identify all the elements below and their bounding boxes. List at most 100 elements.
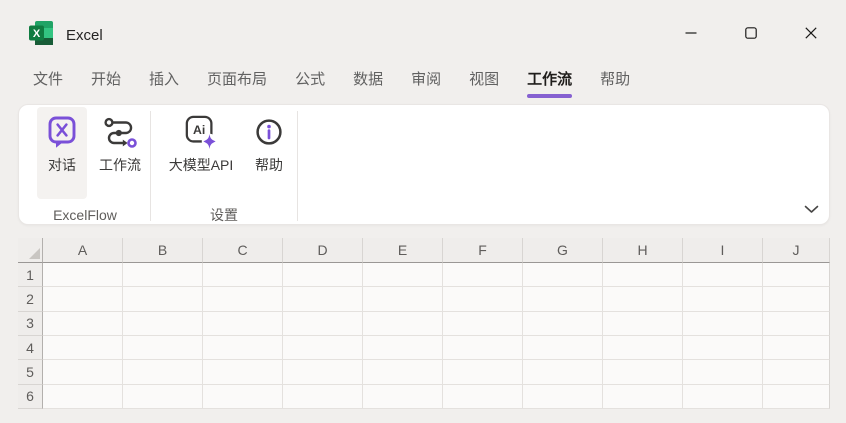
cell-E3[interactable]: [363, 312, 443, 336]
cell-F1[interactable]: [443, 263, 523, 287]
cell-H3[interactable]: [603, 312, 683, 336]
cell-I5[interactable]: [683, 360, 763, 384]
cell-F5[interactable]: [443, 360, 523, 384]
cell-D5[interactable]: [283, 360, 363, 384]
cell-I6[interactable]: [683, 385, 763, 409]
cell-J5[interactable]: [763, 360, 830, 384]
tab-数据[interactable]: 数据: [353, 70, 383, 98]
cell-I1[interactable]: [683, 263, 763, 287]
ribbon-button-duihua[interactable]: 对话: [37, 107, 87, 199]
cell-F4[interactable]: [443, 336, 523, 360]
cell-C3[interactable]: [203, 312, 283, 336]
cell-I3[interactable]: [683, 312, 763, 336]
cell-A6[interactable]: [43, 385, 123, 409]
row-header-3[interactable]: 3: [18, 312, 43, 336]
window-controls: [667, 15, 835, 51]
cell-I2[interactable]: [683, 287, 763, 311]
tab-公式[interactable]: 公式: [295, 70, 325, 98]
cell-A2[interactable]: [43, 287, 123, 311]
cell-H6[interactable]: [603, 385, 683, 409]
ribbon-button-gongzuoliu[interactable]: 工作流: [91, 107, 149, 199]
column-header-H[interactable]: H: [603, 238, 683, 263]
cell-D2[interactable]: [283, 287, 363, 311]
cell-B6[interactable]: [123, 385, 203, 409]
cell-G6[interactable]: [523, 385, 603, 409]
row-header-2[interactable]: 2: [18, 287, 43, 311]
cell-C4[interactable]: [203, 336, 283, 360]
ribbon-button-bangzhu[interactable]: 帮助: [246, 107, 292, 199]
cell-J1[interactable]: [763, 263, 830, 287]
tab-插入[interactable]: 插入: [149, 70, 179, 98]
cell-G5[interactable]: [523, 360, 603, 384]
cell-A4[interactable]: [43, 336, 123, 360]
cell-H5[interactable]: [603, 360, 683, 384]
cell-D1[interactable]: [283, 263, 363, 287]
select-all-corner[interactable]: [18, 238, 43, 263]
column-header-F[interactable]: F: [443, 238, 523, 263]
cell-J4[interactable]: [763, 336, 830, 360]
cell-B4[interactable]: [123, 336, 203, 360]
cell-C2[interactable]: [203, 287, 283, 311]
close-button[interactable]: [787, 15, 835, 51]
spreadsheet-grid: ABCDEFGHIJ 123456: [18, 238, 830, 409]
cell-D6[interactable]: [283, 385, 363, 409]
tab-文件[interactable]: 文件: [33, 70, 63, 98]
column-header-B[interactable]: B: [123, 238, 203, 263]
column-header-J[interactable]: J: [763, 238, 830, 263]
cell-G1[interactable]: [523, 263, 603, 287]
maximize-button[interactable]: [727, 15, 775, 51]
cell-E6[interactable]: [363, 385, 443, 409]
cell-I4[interactable]: [683, 336, 763, 360]
cell-B5[interactable]: [123, 360, 203, 384]
cell-D4[interactable]: [283, 336, 363, 360]
cell-C1[interactable]: [203, 263, 283, 287]
column-header-E[interactable]: E: [363, 238, 443, 263]
tab-视图[interactable]: 视图: [469, 70, 499, 98]
cell-F3[interactable]: [443, 312, 523, 336]
cell-A3[interactable]: [43, 312, 123, 336]
row-header-1[interactable]: 1: [18, 263, 43, 287]
tab-帮助[interactable]: 帮助: [600, 70, 630, 98]
tab-工作流[interactable]: 工作流: [527, 70, 572, 98]
cell-E1[interactable]: [363, 263, 443, 287]
chevron-down-icon: [804, 205, 819, 214]
cell-H2[interactable]: [603, 287, 683, 311]
cell-B3[interactable]: [123, 312, 203, 336]
cell-C5[interactable]: [203, 360, 283, 384]
cell-J3[interactable]: [763, 312, 830, 336]
cell-F6[interactable]: [443, 385, 523, 409]
chat-bubble-x-icon: [48, 113, 76, 151]
ribbon-collapse-button[interactable]: [797, 197, 825, 221]
cell-J2[interactable]: [763, 287, 830, 311]
column-header-I[interactable]: I: [683, 238, 763, 263]
cell-D3[interactable]: [283, 312, 363, 336]
cell-C6[interactable]: [203, 385, 283, 409]
cell-B2[interactable]: [123, 287, 203, 311]
tab-审阅[interactable]: 审阅: [411, 70, 441, 98]
row-header-4[interactable]: 4: [18, 336, 43, 360]
cell-E2[interactable]: [363, 287, 443, 311]
row-header-5[interactable]: 5: [18, 360, 43, 384]
cell-E5[interactable]: [363, 360, 443, 384]
cell-H1[interactable]: [603, 263, 683, 287]
ribbon-button-damoxing-api[interactable]: Ai 大模型API: [158, 107, 244, 199]
tab-页面布局[interactable]: 页面布局: [207, 70, 267, 98]
row-header-6[interactable]: 6: [18, 385, 43, 409]
ribbon: 对话 工作流 Ai 大模型API: [18, 104, 830, 225]
column-header-D[interactable]: D: [283, 238, 363, 263]
column-header-A[interactable]: A: [43, 238, 123, 263]
tab-开始[interactable]: 开始: [91, 70, 121, 98]
cell-E4[interactable]: [363, 336, 443, 360]
cell-F2[interactable]: [443, 287, 523, 311]
column-header-C[interactable]: C: [203, 238, 283, 263]
cell-G4[interactable]: [523, 336, 603, 360]
cell-B1[interactable]: [123, 263, 203, 287]
cell-A1[interactable]: [43, 263, 123, 287]
cell-G2[interactable]: [523, 287, 603, 311]
cell-J6[interactable]: [763, 385, 830, 409]
minimize-button[interactable]: [667, 15, 715, 51]
cell-H4[interactable]: [603, 336, 683, 360]
column-header-G[interactable]: G: [523, 238, 603, 263]
cell-A5[interactable]: [43, 360, 123, 384]
cell-G3[interactable]: [523, 312, 603, 336]
